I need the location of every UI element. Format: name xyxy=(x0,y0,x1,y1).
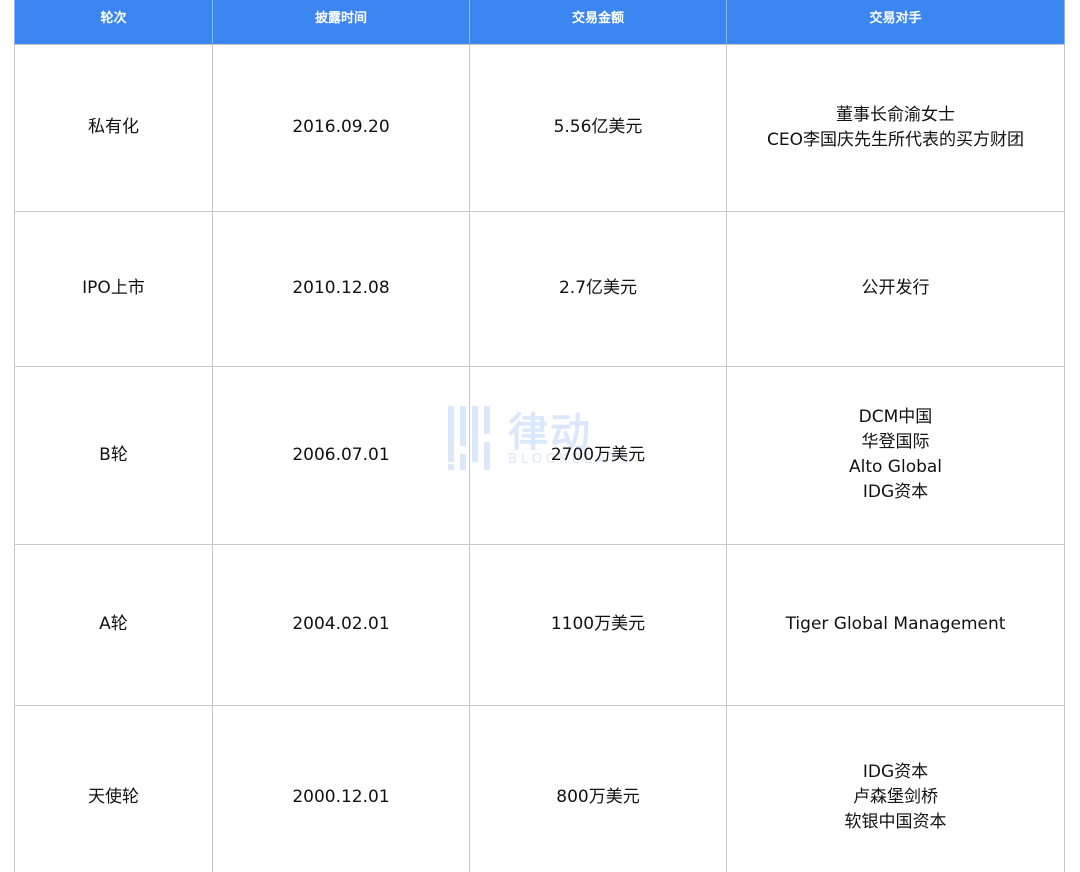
header-amount: 交易金额 xyxy=(469,0,727,44)
table-header: 轮次 披露时间 交易金额 交易对手 xyxy=(14,0,1065,44)
cell-amount: 800万美元 xyxy=(469,704,727,872)
header-counterparty: 交易对手 xyxy=(726,0,1065,44)
cell-counterparty: 董事长俞渝女士 CEO李国庆先生所代表的买方财团 xyxy=(726,43,1065,212)
cell-round: IPO上市 xyxy=(14,210,213,367)
header-row: 轮次 披露时间 交易金额 交易对手 xyxy=(14,0,1065,44)
table-row: 天使轮 2000.12.01 800万美元 IDG资本 卢森堡剑桥 软银中国资本 xyxy=(14,704,1065,872)
counterparty-line: IDG资本 xyxy=(862,482,929,502)
funding-table: 轮次 披露时间 交易金额 交易对手 私有化 2016.09.20 5.56亿美元… xyxy=(14,0,1065,872)
counterparty-line: 公开发行 xyxy=(861,278,930,298)
counterparty-line: IDG资本 xyxy=(862,761,929,782)
table-body: 私有化 2016.09.20 5.56亿美元 董事长俞渝女士 CEO李国庆先生所… xyxy=(14,43,1065,872)
table-row: B轮 2006.07.01 2700万美元 DCM中国 华登国际 Alto Gl… xyxy=(14,365,1065,545)
cell-round: A轮 xyxy=(14,543,213,706)
header-round: 轮次 xyxy=(14,0,213,44)
page: 轮次 披露时间 交易金额 交易对手 私有化 2016.09.20 5.56亿美元… xyxy=(0,0,1080,872)
counterparty-line: 董事长俞渝女士 xyxy=(836,104,955,125)
cell-date: 2000.12.01 xyxy=(212,704,470,872)
cell-round: B轮 xyxy=(14,365,213,545)
counterparty-line: Tiger Global Management xyxy=(785,614,1006,634)
counterparty-line: 卢森堡剑桥 xyxy=(853,786,938,807)
counterparty-line: 软银中国资本 xyxy=(844,811,947,832)
cell-date: 2010.12.08 xyxy=(212,210,470,367)
cell-counterparty: IDG资本 卢森堡剑桥 软银中国资本 xyxy=(726,704,1065,872)
cell-counterparty: DCM中国 华登国际 Alto Global IDG资本 xyxy=(726,365,1065,545)
cell-amount: 2.7亿美元 xyxy=(469,210,727,367)
header-date: 披露时间 xyxy=(212,0,470,44)
table-row: 私有化 2016.09.20 5.56亿美元 董事长俞渝女士 CEO李国庆先生所… xyxy=(14,43,1065,212)
cell-date: 2016.09.20 xyxy=(212,43,470,212)
counterparty-line: CEO李国庆先生所代表的买方财团 xyxy=(767,129,1024,150)
cell-counterparty: Tiger Global Management xyxy=(726,543,1065,706)
table-row: IPO上市 2010.12.08 2.7亿美元 公开发行 xyxy=(14,210,1065,367)
counterparty-line: DCM中国 xyxy=(858,407,933,427)
cell-round: 私有化 xyxy=(14,43,213,212)
cell-amount: 2700万美元 xyxy=(469,365,727,545)
cell-date: 2006.07.01 xyxy=(212,365,470,545)
cell-date: 2004.02.01 xyxy=(212,543,470,706)
cell-amount: 1100万美元 xyxy=(469,543,727,706)
counterparty-line: Alto Global xyxy=(848,457,943,477)
cell-counterparty: 公开发行 xyxy=(726,210,1065,367)
cell-amount: 5.56亿美元 xyxy=(469,43,727,212)
cell-round: 天使轮 xyxy=(14,704,213,872)
table-row: A轮 2004.02.01 1100万美元 Tiger Global Manag… xyxy=(14,543,1065,706)
counterparty-line: 华登国际 xyxy=(861,432,930,452)
